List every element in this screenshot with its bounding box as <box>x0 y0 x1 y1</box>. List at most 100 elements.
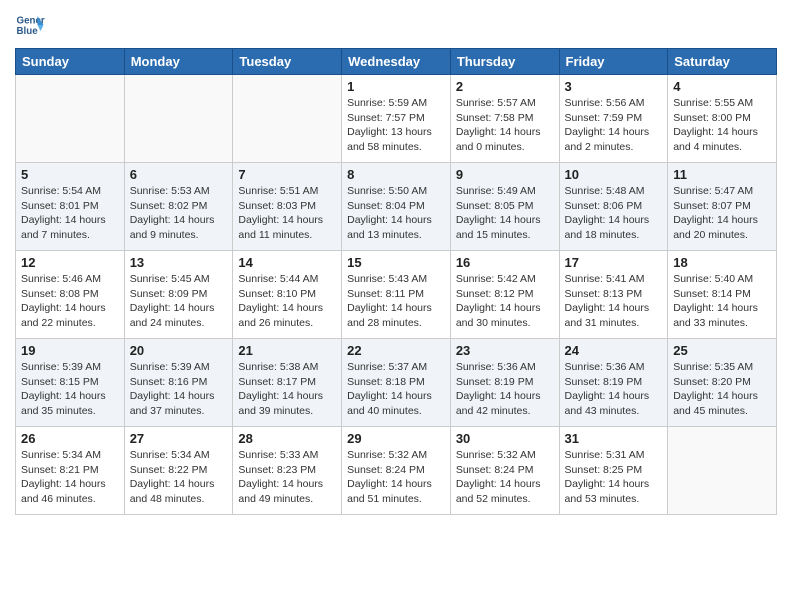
day-number: 14 <box>238 255 336 270</box>
day-of-week-header: Saturday <box>668 49 777 75</box>
day-of-week-header: Sunday <box>16 49 125 75</box>
day-number: 4 <box>673 79 771 94</box>
calendar-cell: 28 Sunrise: 5:33 AM Sunset: 8:23 PM Dayli… <box>233 427 342 515</box>
calendar-cell: 11 Sunrise: 5:47 AM Sunset: 8:07 PM Dayli… <box>668 163 777 251</box>
day-number: 31 <box>565 431 663 446</box>
day-of-week-header: Tuesday <box>233 49 342 75</box>
day-number: 28 <box>238 431 336 446</box>
day-info: Sunrise: 5:36 AM Sunset: 8:19 PM Dayligh… <box>565 360 663 419</box>
day-number: 2 <box>456 79 554 94</box>
calendar-cell: 14 Sunrise: 5:44 AM Sunset: 8:10 PM Dayli… <box>233 251 342 339</box>
calendar-cell <box>668 427 777 515</box>
day-info: Sunrise: 5:57 AM Sunset: 7:58 PM Dayligh… <box>456 96 554 155</box>
day-info: Sunrise: 5:54 AM Sunset: 8:01 PM Dayligh… <box>21 184 119 243</box>
calendar-cell: 17 Sunrise: 5:41 AM Sunset: 8:13 PM Dayli… <box>559 251 668 339</box>
calendar-cell: 31 Sunrise: 5:31 AM Sunset: 8:25 PM Dayli… <box>559 427 668 515</box>
day-info: Sunrise: 5:38 AM Sunset: 8:17 PM Dayligh… <box>238 360 336 419</box>
day-info: Sunrise: 5:59 AM Sunset: 7:57 PM Dayligh… <box>347 96 445 155</box>
day-info: Sunrise: 5:50 AM Sunset: 8:04 PM Dayligh… <box>347 184 445 243</box>
day-number: 16 <box>456 255 554 270</box>
day-of-week-header: Friday <box>559 49 668 75</box>
calendar-cell: 24 Sunrise: 5:36 AM Sunset: 8:19 PM Dayli… <box>559 339 668 427</box>
calendar-cell: 7Sunrise: 5:51 AM Sunset: 8:03 PM Daylig… <box>233 163 342 251</box>
day-number: 12 <box>21 255 119 270</box>
day-number: 17 <box>565 255 663 270</box>
day-info: Sunrise: 5:39 AM Sunset: 8:16 PM Dayligh… <box>130 360 228 419</box>
calendar-cell: 23 Sunrise: 5:36 AM Sunset: 8:19 PM Dayli… <box>450 339 559 427</box>
day-info: Sunrise: 5:31 AM Sunset: 8:25 PM Dayligh… <box>565 448 663 507</box>
calendar-cell: 12 Sunrise: 5:46 AM Sunset: 8:08 PM Dayli… <box>16 251 125 339</box>
day-number: 29 <box>347 431 445 446</box>
day-info: Sunrise: 5:40 AM Sunset: 8:14 PM Dayligh… <box>673 272 771 331</box>
day-of-week-header: Wednesday <box>342 49 451 75</box>
day-info: Sunrise: 5:34 AM Sunset: 8:22 PM Dayligh… <box>130 448 228 507</box>
calendar-cell: 20Sunrise: 5:39 AM Sunset: 8:16 PM Dayli… <box>124 339 233 427</box>
day-number: 3 <box>565 79 663 94</box>
logo: General Blue <box>15 10 48 40</box>
day-info: Sunrise: 5:53 AM Sunset: 8:02 PM Dayligh… <box>130 184 228 243</box>
day-number: 18 <box>673 255 771 270</box>
day-info: Sunrise: 5:36 AM Sunset: 8:19 PM Dayligh… <box>456 360 554 419</box>
calendar-cell: 22Sunrise: 5:37 AM Sunset: 8:18 PM Dayli… <box>342 339 451 427</box>
svg-text:Blue: Blue <box>17 26 39 37</box>
calendar-cell: 21Sunrise: 5:38 AM Sunset: 8:17 PM Dayli… <box>233 339 342 427</box>
calendar-cell: 6 Sunrise: 5:53 AM Sunset: 8:02 PM Daylig… <box>124 163 233 251</box>
day-info: Sunrise: 5:46 AM Sunset: 8:08 PM Dayligh… <box>21 272 119 331</box>
header: General Blue <box>15 10 777 40</box>
calendar-cell: 26 Sunrise: 5:34 AM Sunset: 8:21 PM Dayli… <box>16 427 125 515</box>
calendar-cell: 13Sunrise: 5:45 AM Sunset: 8:09 PM Dayli… <box>124 251 233 339</box>
day-info: Sunrise: 5:56 AM Sunset: 7:59 PM Dayligh… <box>565 96 663 155</box>
day-info: Sunrise: 5:43 AM Sunset: 8:11 PM Dayligh… <box>347 272 445 331</box>
day-info: Sunrise: 5:39 AM Sunset: 8:15 PM Dayligh… <box>21 360 119 419</box>
day-info: Sunrise: 5:55 AM Sunset: 8:00 PM Dayligh… <box>673 96 771 155</box>
day-number: 13 <box>130 255 228 270</box>
day-info: Sunrise: 5:44 AM Sunset: 8:10 PM Dayligh… <box>238 272 336 331</box>
day-info: Sunrise: 5:48 AM Sunset: 8:06 PM Dayligh… <box>565 184 663 243</box>
calendar-cell: 4 Sunrise: 5:55 AM Sunset: 8:00 PM Daylig… <box>668 75 777 163</box>
calendar-cell: 10 Sunrise: 5:48 AM Sunset: 8:06 PM Dayli… <box>559 163 668 251</box>
day-number: 19 <box>21 343 119 358</box>
day-info: Sunrise: 5:47 AM Sunset: 8:07 PM Dayligh… <box>673 184 771 243</box>
calendar-cell <box>124 75 233 163</box>
day-info: Sunrise: 5:35 AM Sunset: 8:20 PM Dayligh… <box>673 360 771 419</box>
day-number: 27 <box>130 431 228 446</box>
day-number: 6 <box>130 167 228 182</box>
day-info: Sunrise: 5:34 AM Sunset: 8:21 PM Dayligh… <box>21 448 119 507</box>
calendar-cell <box>233 75 342 163</box>
calendar-header-row: SundayMondayTuesdayWednesdayThursdayFrid… <box>16 49 777 75</box>
day-number: 11 <box>673 167 771 182</box>
day-info: Sunrise: 5:41 AM Sunset: 8:13 PM Dayligh… <box>565 272 663 331</box>
calendar-cell: 9 Sunrise: 5:49 AM Sunset: 8:05 PM Daylig… <box>450 163 559 251</box>
calendar-cell <box>16 75 125 163</box>
day-info: Sunrise: 5:49 AM Sunset: 8:05 PM Dayligh… <box>456 184 554 243</box>
calendar-cell: 27 Sunrise: 5:34 AM Sunset: 8:22 PM Dayli… <box>124 427 233 515</box>
calendar-cell: 1 Sunrise: 5:59 AM Sunset: 7:57 PM Daylig… <box>342 75 451 163</box>
calendar-cell: 18 Sunrise: 5:40 AM Sunset: 8:14 PM Dayli… <box>668 251 777 339</box>
calendar-cell: 19 Sunrise: 5:39 AM Sunset: 8:15 PM Dayli… <box>16 339 125 427</box>
day-number: 15 <box>347 255 445 270</box>
page: General Blue SundayMondayTuesdayWednesda… <box>0 0 792 530</box>
calendar-cell: 29 Sunrise: 5:32 AM Sunset: 8:24 PM Dayli… <box>342 427 451 515</box>
calendar-cell: 8Sunrise: 5:50 AM Sunset: 8:04 PM Daylig… <box>342 163 451 251</box>
day-number: 7 <box>238 167 336 182</box>
day-of-week-header: Thursday <box>450 49 559 75</box>
calendar-cell: 25 Sunrise: 5:35 AM Sunset: 8:20 PM Dayli… <box>668 339 777 427</box>
day-number: 26 <box>21 431 119 446</box>
day-number: 10 <box>565 167 663 182</box>
day-number: 22 <box>347 343 445 358</box>
day-number: 23 <box>456 343 554 358</box>
logo-icon: General Blue <box>15 10 45 40</box>
day-number: 9 <box>456 167 554 182</box>
day-number: 30 <box>456 431 554 446</box>
day-info: Sunrise: 5:32 AM Sunset: 8:24 PM Dayligh… <box>456 448 554 507</box>
day-number: 24 <box>565 343 663 358</box>
calendar-cell: 2 Sunrise: 5:57 AM Sunset: 7:58 PM Daylig… <box>450 75 559 163</box>
calendar-cell: 16Sunrise: 5:42 AM Sunset: 8:12 PM Dayli… <box>450 251 559 339</box>
day-number: 25 <box>673 343 771 358</box>
day-info: Sunrise: 5:32 AM Sunset: 8:24 PM Dayligh… <box>347 448 445 507</box>
day-number: 1 <box>347 79 445 94</box>
day-info: Sunrise: 5:33 AM Sunset: 8:23 PM Dayligh… <box>238 448 336 507</box>
day-of-week-header: Monday <box>124 49 233 75</box>
calendar-cell: 3 Sunrise: 5:56 AM Sunset: 7:59 PM Daylig… <box>559 75 668 163</box>
calendar-table: SundayMondayTuesdayWednesdayThursdayFrid… <box>15 48 777 515</box>
